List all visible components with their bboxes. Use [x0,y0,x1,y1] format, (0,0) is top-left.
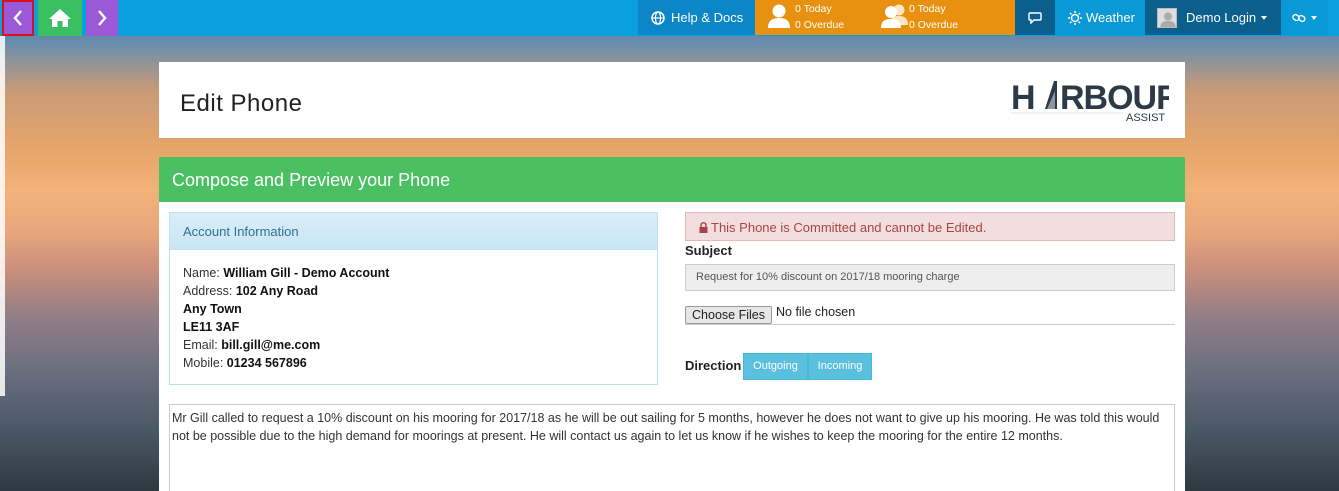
caret-down-icon [1311,15,1317,20]
sun-icon [1068,10,1082,25]
divider [685,324,1175,325]
subject-label: Subject [685,243,732,258]
account-details: Name: William Gill - Demo Account Addres… [170,250,657,372]
address-line-1: 102 Any Road [235,284,319,298]
my-tasks-button[interactable]: 0 Today 0 Overdue [767,0,867,35]
direction-label: Direction [685,358,742,373]
file-status: No file chosen [776,305,856,319]
my-tasks-overdue: 0 Overdue [795,19,845,31]
team-tasks-overdue: 0 Overdue [909,19,959,31]
chat-icon [1028,11,1042,24]
link-icon [1292,13,1306,22]
links-menu[interactable] [1281,0,1328,35]
account-information-panel: Account Information Name: William Gill -… [169,212,658,385]
account-name-row: Name: William Gill - Demo Account [183,266,390,280]
chevron-right-icon [98,10,107,26]
compose-panel-header: Compose and Preview your Phone [159,157,1185,202]
harbour-assist-logo: H RBOUR ASSIST [1011,79,1169,123]
chat-button[interactable] [1015,0,1055,35]
committed-alert-text: This Phone is Committed and cannot be Ed… [711,220,987,235]
account-mobile-row: Mobile: 01234 567896 [183,356,307,370]
back-button[interactable] [2,0,34,36]
page-header: Edit Phone H RBOUR ASSIST [159,62,1185,138]
svg-text:ASSIST: ASSIST [1126,112,1165,123]
address-line-3: LE11 3AF [183,320,240,334]
user-icon [768,4,790,28]
weather-button[interactable]: Weather [1055,0,1145,35]
subject-field[interactable]: Request for 10% discount on 2017/18 moor… [685,264,1175,291]
page-title: Edit Phone [180,90,303,117]
my-tasks-today: 0 Today [795,3,832,15]
avatar [1157,7,1177,28]
compose-panel-body: Account Information Name: William Gill -… [159,202,1185,491]
chevron-left-icon [13,10,22,26]
account-name: William Gill - Demo Account [223,266,390,280]
team-tasks-button[interactable]: 0 Today 0 Overdue [881,0,991,35]
account-address-row: Address: 102 Any Road [183,284,319,298]
direction-outgoing-button[interactable]: Outgoing [743,353,808,380]
svg-text:H: H [1011,79,1035,117]
committed-alert: This Phone is Committed and cannot be Ed… [685,212,1175,241]
help-docs-button[interactable]: Help & Docs [638,0,755,35]
forward-button[interactable] [86,0,118,36]
home-icon [49,9,71,27]
caret-down-icon [1261,15,1268,20]
top-navbar: Help & Docs 0 Today 0 Overdue 0 Today 0 … [0,0,1339,36]
weather-label: Weather [1086,10,1135,25]
lock-icon [699,222,708,233]
globe-icon [651,10,665,25]
choose-files-button[interactable]: Choose Files [685,306,772,324]
users-icon [881,4,908,28]
user-name: Demo Login [1186,10,1257,25]
left-edge-strip [0,36,5,396]
account-email: bill.gill@me.com [221,338,321,352]
phone-notes-textarea[interactable]: Mr Gill called to request a 10% discount… [169,404,1175,491]
account-email-row: Email: bill.gill@me.com [183,338,321,352]
team-tasks-today: 0 Today [909,3,946,15]
address-line-2: Any Town [183,302,242,316]
direction-incoming-button[interactable]: Incoming [808,353,872,380]
account-mobile: 01234 567896 [226,356,307,370]
account-information-heading: Account Information [170,213,657,250]
user-menu[interactable]: Demo Login [1145,0,1281,35]
tasks-summary: 0 Today 0 Overdue 0 Today 0 Overdue [755,0,1015,35]
help-docs-label: Help & Docs [671,10,744,25]
home-button[interactable] [38,0,82,36]
